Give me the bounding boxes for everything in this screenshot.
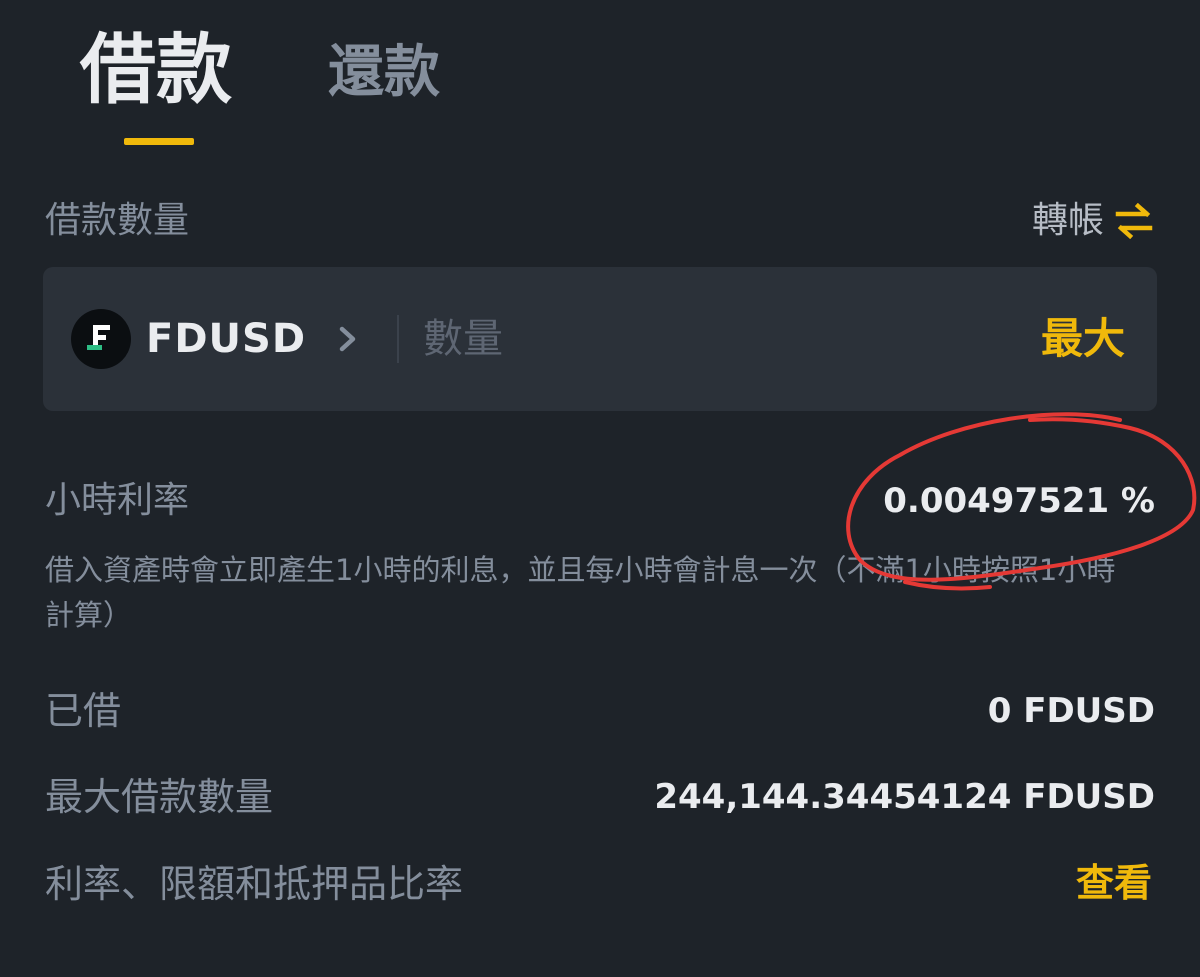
borrow-amount-label: 借款數量: [45, 200, 190, 241]
amount-input-box: FDUSD 最大: [43, 267, 1157, 411]
tab-bar: 借款 還款: [0, 0, 1200, 160]
max-borrow-label: 最大借款數量: [45, 775, 274, 819]
tab-borrow[interactable]: 借款: [80, 20, 232, 120]
amount-input[interactable]: [423, 303, 983, 375]
transfer-button[interactable]: 轉帳: [1032, 197, 1154, 245]
interest-note: 借入資產時會立即產生1小時的利息，並且每小時會計息一次（不滿1小時按照1小時計算…: [45, 553, 1116, 632]
input-divider: [397, 315, 399, 363]
swap-arrows-icon: [1115, 203, 1153, 239]
view-rates-link[interactable]: 查看: [1076, 858, 1152, 908]
borrowed-value: 0 FDUSD: [987, 691, 1155, 731]
max-button[interactable]: 最大: [1041, 313, 1125, 365]
hourly-rate-value: 0.00497521 %: [883, 481, 1155, 521]
coin-name: FDUSD: [146, 316, 307, 362]
tab-repay[interactable]: 還款: [328, 33, 440, 113]
max-borrow-value: 244,144.34454124 FDUSD: [654, 777, 1155, 817]
coin-selector[interactable]: FDUSD: [71, 309, 360, 369]
active-tab-indicator: [124, 138, 194, 145]
rates-limits-label: 利率、限額和抵押品比率: [45, 862, 464, 906]
chevron-right-icon: [339, 326, 356, 352]
transfer-label: 轉帳: [1031, 200, 1104, 241]
fdusd-logo-icon: [71, 309, 131, 369]
hourly-rate-label: 小時利率: [45, 480, 190, 521]
borrowed-label: 已借: [45, 689, 122, 733]
